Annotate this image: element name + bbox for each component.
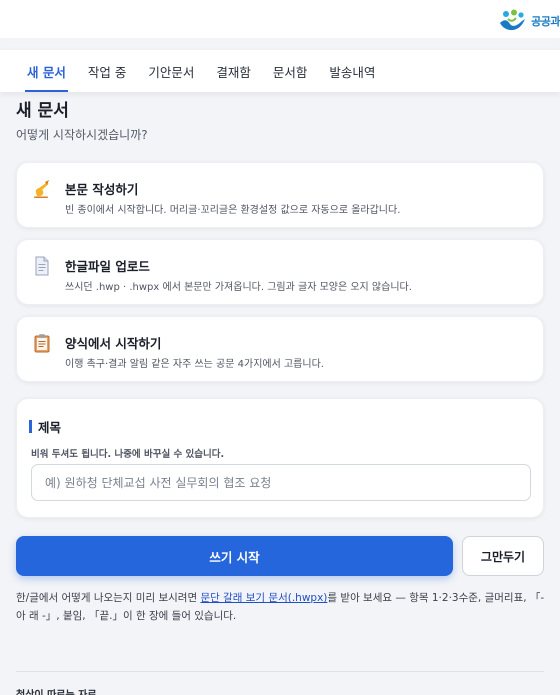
- title-label-row: 제목: [29, 417, 61, 436]
- title-hint: 비워 두셔도 됩니다. 나중에 바꾸실 수 있습니다.: [31, 449, 225, 460]
- helper-text-before: 한/글에서 어떻게 나오는지 미리 보시려면: [16, 592, 201, 604]
- tab-in-progress[interactable]: 작업 중: [77, 50, 137, 92]
- cancel-button[interactable]: 그만두기: [462, 536, 544, 576]
- start-writing-button[interactable]: 쓰기 시작: [16, 536, 453, 576]
- tab-drafts[interactable]: 기안문서: [137, 50, 205, 92]
- divider: [16, 671, 544, 672]
- document-icon: [35, 256, 49, 276]
- writing-hand-icon: [34, 180, 49, 198]
- title-input[interactable]: [31, 464, 531, 501]
- option-title: 본문 작성하기: [65, 182, 139, 197]
- option-description: 이행 촉구·결과 알림 같은 자주 쓰는 공문 4가지에서 고릅니다.: [65, 359, 324, 370]
- clipboard-icon: [34, 334, 50, 353]
- tab-document-box[interactable]: 문서함: [262, 50, 319, 92]
- tab-sent-history[interactable]: 발송내역: [318, 50, 386, 92]
- logo[interactable]: 공공과: [498, 8, 560, 34]
- helper-text: 한/글에서 어떻게 나오는지 미리 보시려면 문단 갈래 보기 문서(.hwpx…: [16, 589, 546, 625]
- logo-text: 공공과: [531, 15, 560, 28]
- option-from-template[interactable]: 양식에서 시작하기 이행 촉구·결과 알림 같은 자주 쓰는 공문 4가지에서 …: [16, 316, 544, 382]
- option-title: 양식에서 시작하기: [65, 336, 162, 351]
- tab-approvals[interactable]: 결재함: [205, 50, 262, 92]
- sample-document-link[interactable]: 문단 갈래 보기 문서(.hwpx): [200, 592, 327, 604]
- tab-new-document[interactable]: 새 문서: [16, 50, 77, 92]
- title-section: 제목 비워 두셔도 됩니다. 나중에 바꾸실 수 있습니다.: [16, 398, 544, 518]
- page-title: 새 문서: [16, 101, 69, 121]
- page-subtitle: 어떻게 시작하시겠습니까?: [16, 128, 148, 142]
- option-description: 쓰시던 .hwp · .hwpx 에서 본문만 가져옵니다. 그림과 글자 모양…: [65, 282, 412, 293]
- footer-section-label: 첨삭이 따르는 자료: [16, 686, 97, 695]
- tab-bar: 새 문서 작업 중 기안문서 결재함 문서함 발송내역: [0, 50, 560, 92]
- option-upload-hangul[interactable]: 한글파일 업로드 쓰시던 .hwp · .hwpx 에서 본문만 가져옵니다. …: [16, 239, 544, 305]
- option-title: 한글파일 업로드: [65, 259, 150, 274]
- accent-bar: [29, 420, 32, 433]
- title-label: 제목: [38, 420, 62, 435]
- option-description: 빈 종이에서 시작합니다. 머리글·꼬리글은 환경설정 값으로 자동으로 올라갑…: [65, 205, 401, 216]
- option-write-body[interactable]: 본문 작성하기 빈 종이에서 시작합니다. 머리글·꼬리글은 환경설정 값으로 …: [16, 162, 544, 228]
- logo-mark-icon: [500, 9, 526, 31]
- top-bar: 공공과: [0, 0, 560, 38]
